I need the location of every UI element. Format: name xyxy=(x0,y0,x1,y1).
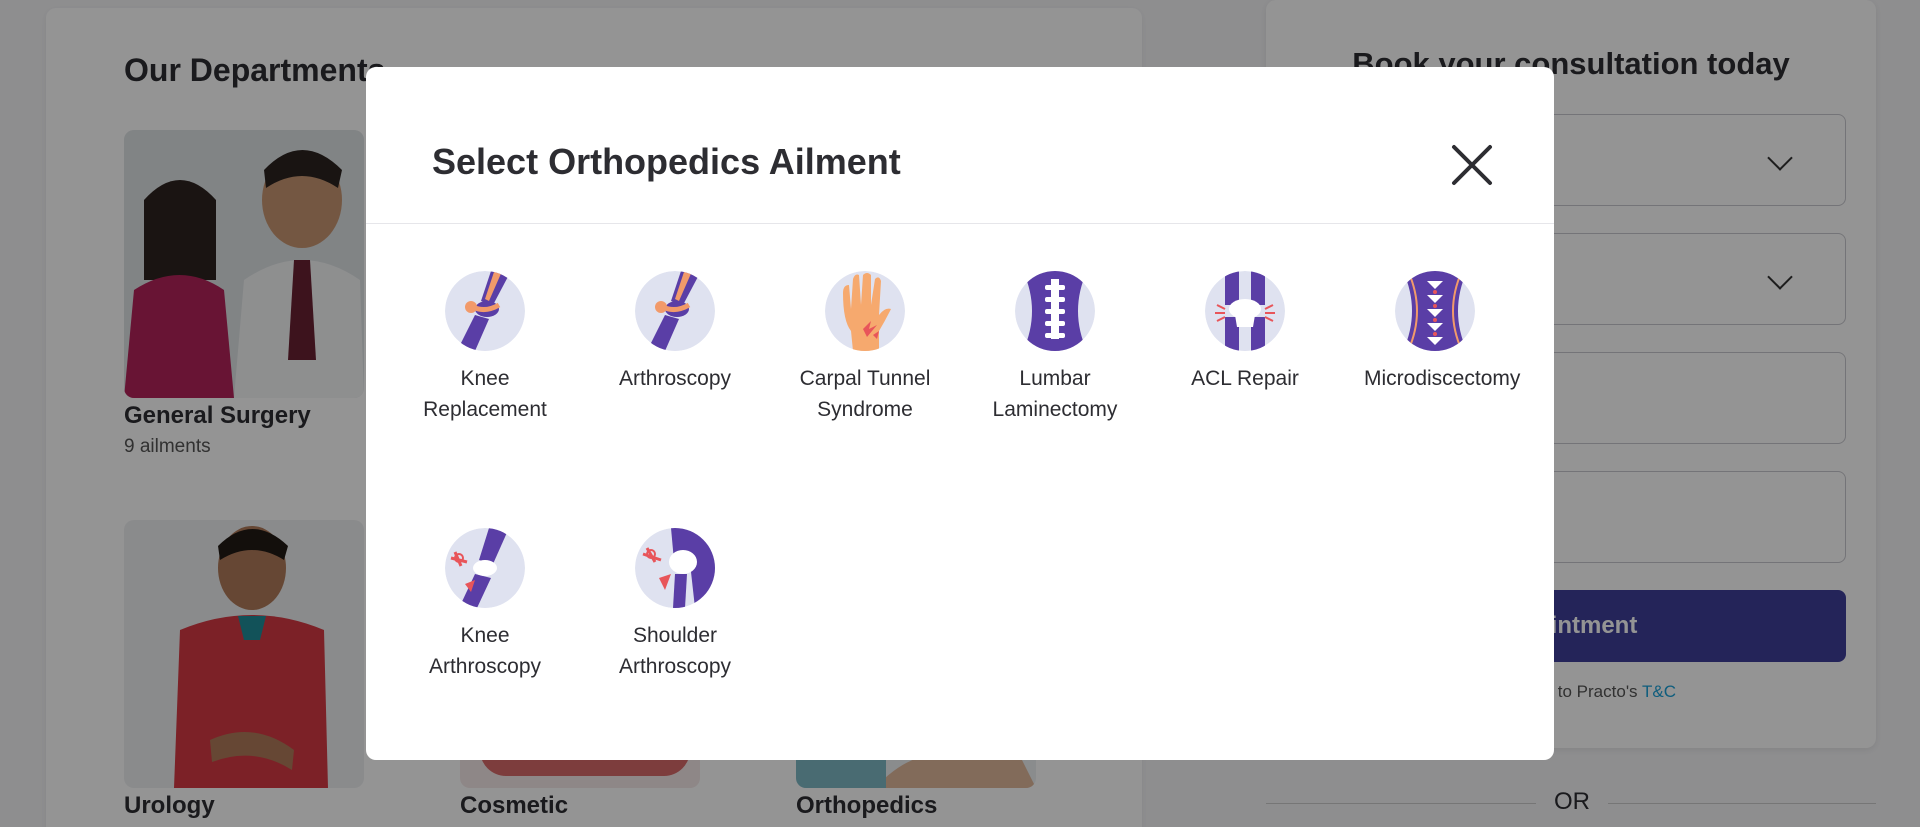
ailment-label: Knee Arthroscopy xyxy=(428,624,542,678)
knee-joint-icon xyxy=(445,271,525,351)
spine-disc-icon xyxy=(1395,271,1475,351)
ailment-label: Microdiscectomy xyxy=(1364,367,1521,390)
ailment-modal: Select Orthopedics Ailment Knee Replacem… xyxy=(366,67,1554,760)
ailment-label: ACL Repair xyxy=(1191,367,1299,390)
modal-divider xyxy=(366,223,1554,224)
ailment-carpal-tunnel-syndrome[interactable]: Carpal Tunnel Syndrome xyxy=(770,271,960,425)
knee-joint-icon xyxy=(635,271,715,351)
ailment-label: Carpal Tunnel Syndrome xyxy=(799,367,931,421)
shoulder-scope-icon xyxy=(635,528,715,608)
ailment-label: Lumbar Laminectomy xyxy=(992,367,1118,421)
ailment-label: Knee Replacement xyxy=(423,367,547,421)
ailment-label: Arthroscopy xyxy=(618,367,732,390)
ailment-knee-arthroscopy[interactable]: Knee Arthroscopy xyxy=(390,528,580,682)
lumbar-spine-icon xyxy=(1015,271,1095,351)
close-icon xyxy=(1452,145,1492,185)
ailment-microdiscectomy[interactable]: Microdiscectomy xyxy=(1340,271,1530,394)
modal-title: Select Orthopedics Ailment xyxy=(432,141,901,182)
ailment-knee-replacement[interactable]: Knee Replacement xyxy=(390,271,580,425)
ailment-shoulder-arthroscopy[interactable]: Shoulder Arthroscopy xyxy=(580,528,770,682)
hand-pain-icon xyxy=(825,271,905,351)
close-button[interactable] xyxy=(1442,135,1502,195)
acl-knee-icon xyxy=(1205,271,1285,351)
ailment-acl-repair[interactable]: ACL Repair xyxy=(1150,271,1340,394)
ailment-arthroscopy[interactable]: Arthroscopy xyxy=(580,271,770,394)
knee-scope-icon xyxy=(445,528,525,608)
ailment-lumbar-laminectomy[interactable]: Lumbar Laminectomy xyxy=(960,271,1150,425)
ailment-label: Shoulder Arthroscopy xyxy=(618,624,732,678)
